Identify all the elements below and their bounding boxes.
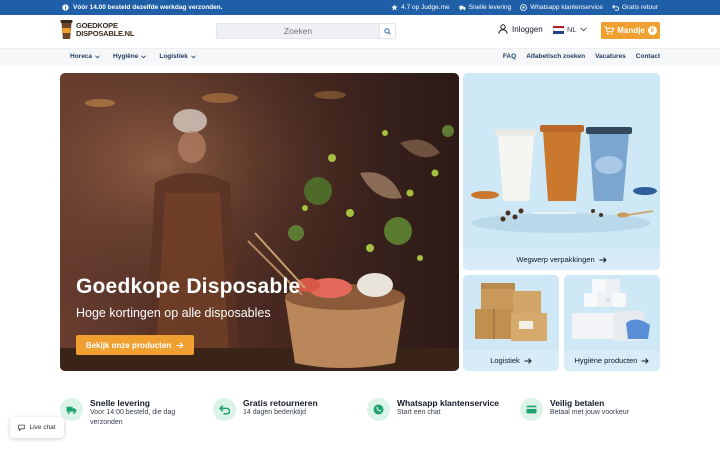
nav-link-faq[interactable]: FAQ [503,53,516,60]
usp-description: Betaal met jouw voorkeur [550,409,629,416]
nav-item-label: Horeca [70,53,93,60]
coffee-cups-image [463,73,660,249]
topbar-delivery[interactable]: Snelle levering [458,4,512,11]
nav-item-hygiene[interactable]: Hygiëne [113,53,147,60]
star-icon [391,4,398,11]
search-bar [216,23,396,39]
usp-icon-circle [60,398,83,421]
tile-label: Logistiek [463,350,559,371]
live-chat-label: Live chat [29,424,56,431]
topbar-returns[interactable]: Gratis retour [611,4,658,11]
usp-description: Voor 14:00 besteld, die dag verzonden [90,409,176,426]
tile-label: Wegwerp verpakkingen [463,249,660,270]
search-button[interactable] [379,24,395,38]
tile-label-text: Hygiëne producten [574,356,638,365]
tile-label-text: Wegwerp verpakkingen [516,255,595,264]
tile-label-text: Logistiek [490,356,520,365]
login-button[interactable]: Inloggen [498,24,543,34]
payment-icon [526,405,537,414]
live-chat-button[interactable]: Live chat [10,417,64,438]
usp-icon-circle [520,398,543,421]
category-tile-wegwerp[interactable]: Wegwerp verpakkingen [463,73,660,270]
logo-text: GOEDKOPE DISPOSABLE.NL [76,21,135,38]
nav-item-label: Logistiek [159,53,188,60]
usp-title: Veilig betalen [550,398,605,408]
topbar-rating-label: 4.7 op Judge.me [401,4,450,11]
usp-description: 14 dagen bedenktijd [243,409,307,416]
category-tile-logistiek[interactable]: Logistiek [463,275,559,371]
arrow-right-icon [176,341,184,349]
return-icon [219,405,230,415]
nav-link-vacancies[interactable]: Vacatures [595,53,626,60]
tile-label: Hygiëne producten [564,350,660,371]
usp-free-returns: Gratis retourneren 14 dagen bedenktijd [213,398,343,421]
chevron-down-icon [141,54,147,58]
nav-link-contact[interactable]: Contact [636,53,660,60]
top-announcement-bar: Vóór 14.00 besteld dezelfde werkdag verz… [0,0,720,15]
language-label: NL [567,25,577,34]
coffee-cup-logo-icon [60,20,73,39]
usp-title: Gratis retourneren [243,398,318,408]
hero-subtitle: Hoge kortingen op alle disposables [76,306,271,320]
info-icon [62,4,69,11]
view-products-button[interactable]: Bekijk onze producten [76,335,194,355]
usp-whatsapp[interactable]: Whatsapp klantenservice Start een chat [367,398,499,421]
main-navigation: Horeca Hygiëne Logistiek FAQ Alfabetisch… [0,48,720,66]
usp-title: Snelle levering [90,398,150,408]
arrow-right-icon [599,256,607,263]
chevron-down-icon [579,27,587,32]
hero-banner[interactable]: Goedkope Disposable Hoge kortingen op al… [60,73,459,371]
usp-icon-circle [213,398,236,421]
usp-description: Start een chat [397,409,441,416]
search-icon [384,27,391,35]
truck-icon [458,5,466,11]
topbar-whatsapp[interactable]: Whatsapp klantenservice [520,4,603,11]
nav-item-horeca[interactable]: Horeca [70,53,100,60]
cart-label: Mandje [617,26,645,35]
whatsapp-icon [373,404,384,415]
logo-line-2: DISPOSABLE.NL [76,28,135,38]
search-input[interactable] [217,24,379,38]
hero-title: Goedkope Disposable [76,275,301,298]
arrow-right-icon [524,357,532,364]
login-label: Inloggen [512,24,543,34]
arrow-right-icon [641,357,650,364]
cart-icon [604,26,615,35]
return-icon [611,4,619,11]
cardboard-boxes-image [463,275,559,350]
whatsapp-icon [520,4,528,11]
site-logo[interactable]: GOEDKOPE DISPOSABLE.NL [60,19,134,40]
hero-food-bowl-image [60,73,459,371]
nav-item-label: Hygiëne [113,53,139,60]
topbar-returns-label: Gratis retour [621,4,658,11]
chevron-down-icon [191,54,196,58]
truck-icon [66,406,77,414]
view-products-label: Bekijk onze producten [85,340,172,350]
topbar-whatsapp-label: Whatsapp klantenservice [530,4,603,11]
cart-count-badge: 0 [647,26,657,35]
dutch-flag-icon [553,25,564,34]
site-header: GOEDKOPE DISPOSABLE.NL Inloggen NL Mandj… [0,15,720,48]
topbar-rating[interactable]: 4.7 op Judge.me [391,4,450,11]
category-tile-hygiene[interactable]: Hygiëne producten [564,275,660,371]
usp-secure-payment: Veilig betalen Betaal met jouw voorkeur [520,398,650,421]
chat-bubble-icon [18,424,26,431]
shipping-notice: Vóór 14.00 besteld dezelfde werkdag verz… [62,4,223,11]
topbar-delivery-label: Snelle levering [468,4,512,11]
cart-button[interactable]: Mandje 0 [601,22,660,39]
nav-item-logistiek[interactable]: Logistiek [159,53,196,60]
shipping-notice-text: Vóór 14.00 besteld dezelfde werkdag verz… [73,4,223,11]
language-selector[interactable]: NL [553,25,587,34]
usp-icon-circle [367,398,390,421]
chevron-down-icon [95,54,100,58]
usp-title: Whatsapp klantenservice [397,398,500,408]
toilet-paper-image [564,275,660,350]
nav-link-alphabetical-search[interactable]: Alfabetisch zoeken [526,53,585,60]
usp-fast-delivery: Snelle levering Voor 14:00 besteld, die … [60,398,190,428]
user-icon [498,24,508,34]
